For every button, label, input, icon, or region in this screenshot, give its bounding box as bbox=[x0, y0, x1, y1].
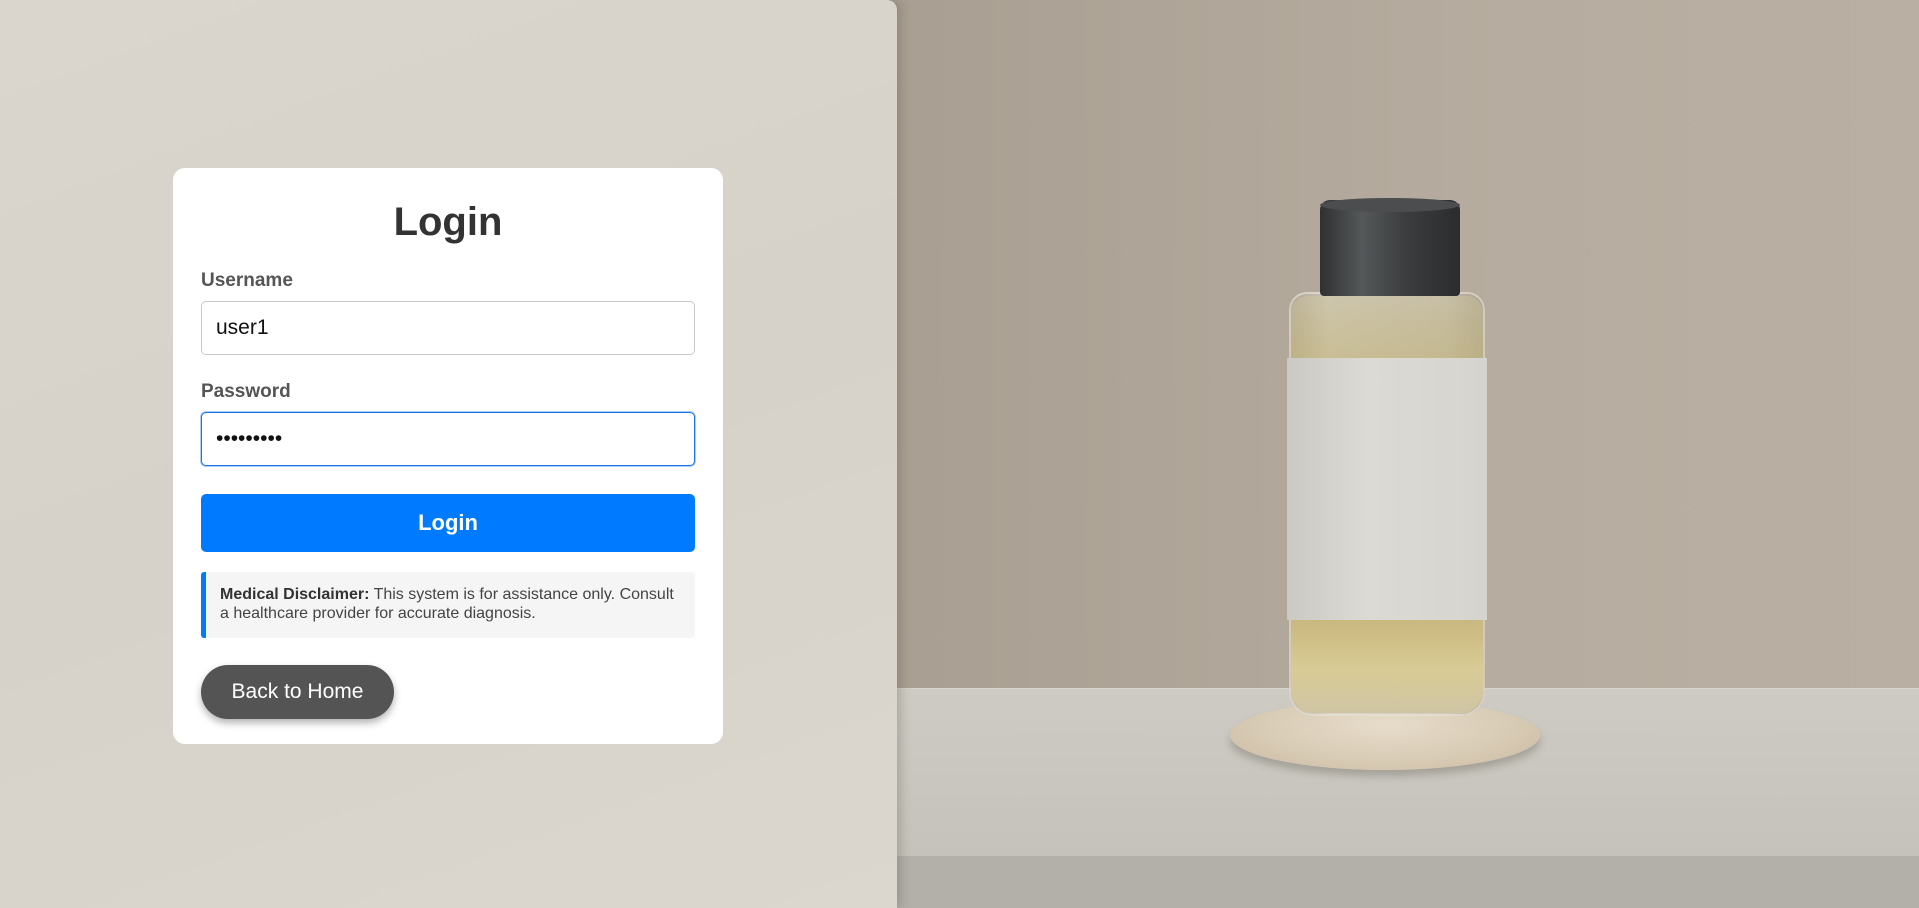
page-title: Login bbox=[393, 200, 503, 244]
back-to-home-button[interactable]: Back to Home bbox=[201, 665, 394, 719]
page: Login Username Password Login Medical Di… bbox=[0, 0, 1919, 908]
username-input[interactable] bbox=[201, 301, 695, 355]
password-label: Password bbox=[201, 381, 291, 402]
photo-bottle-cap-top bbox=[1320, 198, 1460, 212]
login-card: Login Username Password Login Medical Di… bbox=[173, 168, 723, 744]
disclaimer-heading: Medical Disclaimer: bbox=[220, 586, 370, 603]
left-panel: Login Username Password Login Medical Di… bbox=[0, 0, 897, 908]
photo-bottle-liquid bbox=[1291, 618, 1483, 713]
photo-bottle-liquid-top bbox=[1291, 296, 1483, 360]
username-label: Username bbox=[201, 270, 293, 291]
photo-shelf-edge bbox=[880, 856, 1919, 908]
password-input[interactable] bbox=[201, 412, 695, 466]
medical-disclaimer: Medical Disclaimer: This system is for a… bbox=[201, 572, 695, 638]
photo-bottle-label bbox=[1287, 358, 1487, 620]
perfume-bottle-photo bbox=[880, 0, 1919, 908]
login-button[interactable]: Login bbox=[201, 494, 695, 552]
photo-bottle-cap bbox=[1320, 200, 1460, 296]
